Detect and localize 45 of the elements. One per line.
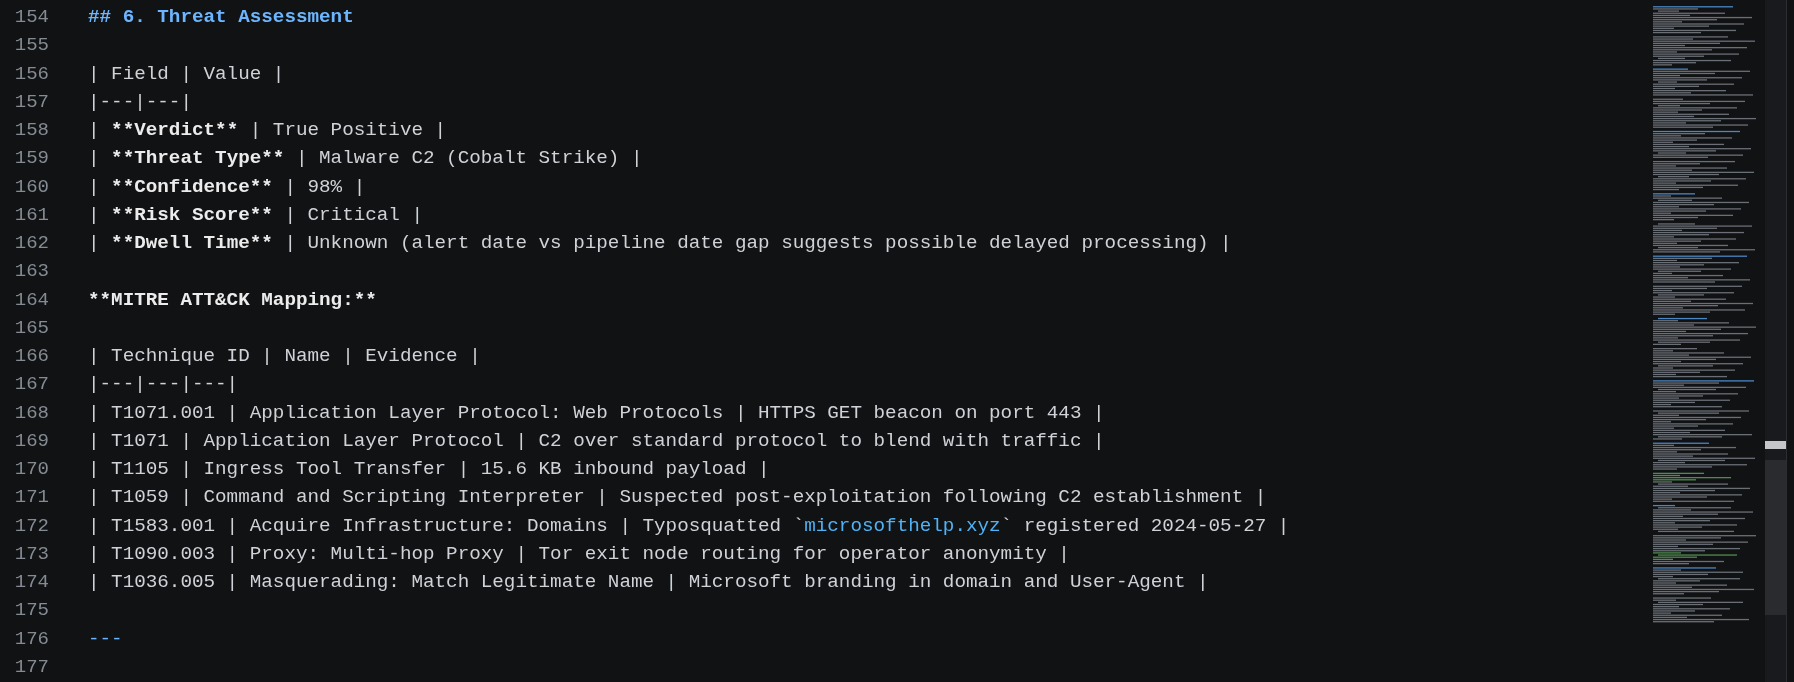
line-number: 160 [13,174,49,200]
line-number: 166 [13,344,49,370]
code-line: | T1059 | Command and Scripting Interpreter | Suspected post-exploitation following C2 establishment | [88,485,1267,511]
code-line: | Field | Value | [88,61,285,87]
code-line: | T1090.003 | Proxy: Multi-hop Proxy | Tor exit node routing for operator anonymity | [88,541,1070,567]
line-number: 159 [13,146,49,172]
code-line: | **Risk Score** | Critical | [88,202,424,228]
line-number: 170 [13,457,49,483]
line-number: 163 [13,259,49,285]
line-number: 165 [13,315,49,341]
code-line: | T1071 | Application Layer Protocol | C2 over standard protocol to blend with traffic | [88,428,1105,454]
line-number: 171 [13,485,49,511]
code-line: | **Dwell Time** | Unknown (alert date vs pipeline date gap suggests possible delayed processing) | [88,231,1232,257]
code-line: | Technique ID | Name | Evidence | [88,344,481,370]
line-number: 162 [13,231,49,257]
position-marker-icon [1765,441,1786,449]
line-number: 176 [13,626,49,652]
code-line: |---|---| [88,89,192,115]
line-number: 156 [13,61,49,87]
code-line: **MITRE ATT&CK Mapping:** [88,287,377,313]
code-line: | T1036.005 | Masquerading: Match Legitimate Name | Microsoft branding in domain and User-Agent | [88,570,1209,596]
scrollbar-thumb[interactable] [1765,460,1786,615]
code-line: ## 6. Threat Assessment [88,5,354,31]
line-number: 172 [13,513,49,539]
line-number: 154 [13,5,49,31]
code-line: | **Confidence** | 98% | [88,174,366,200]
line-number: 177 [13,654,49,680]
code-line: | **Verdict** | True Positive | [88,118,447,144]
line-number: 167 [13,372,49,398]
line-number: 158 [13,118,49,144]
line-number: 175 [13,598,49,624]
line-number: 173 [13,541,49,567]
line-number: 168 [13,400,49,426]
line-number: 155 [13,33,49,59]
line-number: 164 [13,287,49,313]
code-line: --- [88,626,123,652]
code-line: | T1105 | Ingress Tool Transfer | 15.6 KB inbound payload | [88,457,770,483]
code-line: | T1583.001 | Acquire Infrastructure: Domains | Typosquatted `microsofthelp.xyz` registered 2024-05-27 | [88,513,1290,539]
line-number: 174 [13,570,49,596]
line-number: 161 [13,202,49,228]
line-number: 157 [13,89,49,115]
code-line: | **Threat Type** | Malware C2 (Cobalt Strike) | [88,146,643,172]
line-number: 169 [13,428,49,454]
code-line: |---|---|---| [88,372,239,398]
code-line: | T1071.001 | Application Layer Protocol: Web Protocols | HTTPS GET beacon on port 443 | [88,400,1105,426]
